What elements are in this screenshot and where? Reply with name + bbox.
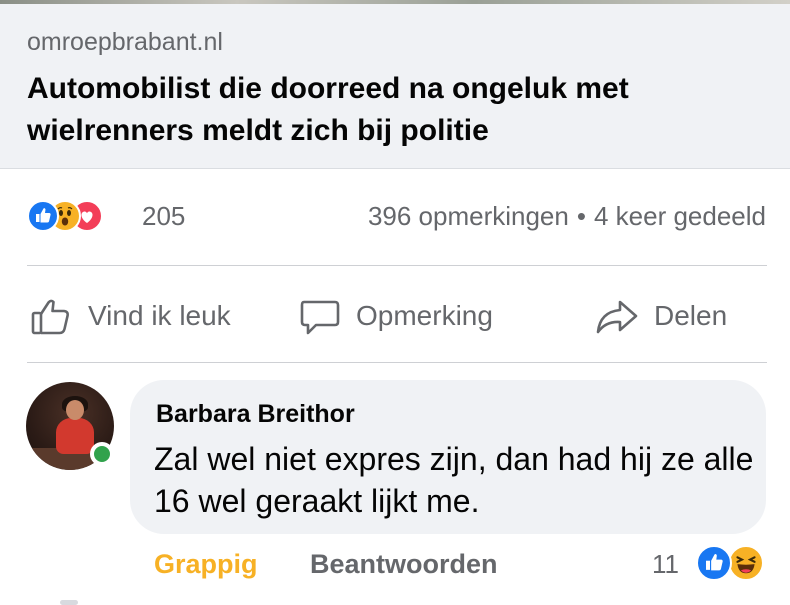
comment-actions-row: Grappig Beantwoorden 11	[0, 545, 790, 589]
separator-dot: •	[576, 201, 586, 231]
link-domain: omroepbrabant.nl	[27, 28, 223, 56]
like-button-label: Vind ik leuk	[88, 300, 231, 331]
divider	[27, 362, 767, 363]
comment-button[interactable]: Opmerking	[298, 296, 493, 336]
comment-bubble[interactable]: Barbara Breithor Zal wel niet expres zij…	[130, 380, 766, 534]
reply-button[interactable]: Beantwoorden	[310, 549, 498, 580]
online-status-indicator	[90, 442, 114, 466]
shares-count-link[interactable]: 4 keer gedeeld	[594, 201, 766, 231]
post-stats-row: 205 396 opmerkingen • 4 keer gedeeld	[0, 190, 790, 242]
like-button[interactable]: Vind ik leuk	[30, 296, 231, 336]
comments-count-link[interactable]: 396 opmerkingen	[368, 201, 569, 231]
comments-shares-summary: 396 opmerkingen • 4 keer gedeeld	[368, 201, 766, 232]
divider	[27, 265, 767, 266]
link-preview-card[interactable]: omroepbrabant.nl Automobilist die doorre…	[0, 4, 790, 169]
link-title[interactable]: Automobilist die doorreed na ongeluk met…	[27, 68, 767, 152]
comment-author[interactable]: Barbara Breithor	[156, 400, 355, 429]
speech-bubble-icon	[300, 300, 340, 335]
like-icon	[696, 545, 732, 581]
reaction-count[interactable]: 205	[142, 201, 185, 232]
comment-reaction-button[interactable]: Grappig	[154, 549, 258, 580]
thumbs-up-icon	[31, 299, 69, 335]
share-button[interactable]: Delen	[594, 296, 727, 336]
comment-button-label: Opmerking	[356, 300, 493, 331]
haha-icon	[728, 545, 764, 581]
next-comment-edge	[60, 600, 78, 605]
like-icon	[27, 200, 59, 232]
comment-reaction-count[interactable]: 11	[652, 549, 679, 580]
post-actions-row: Vind ik leuk Opmerking Delen	[0, 268, 790, 362]
share-arrow-icon	[596, 300, 638, 334]
share-button-label: Delen	[654, 300, 728, 331]
comment-text: Zal wel niet expres zijn, dan had hij ze…	[154, 441, 754, 519]
